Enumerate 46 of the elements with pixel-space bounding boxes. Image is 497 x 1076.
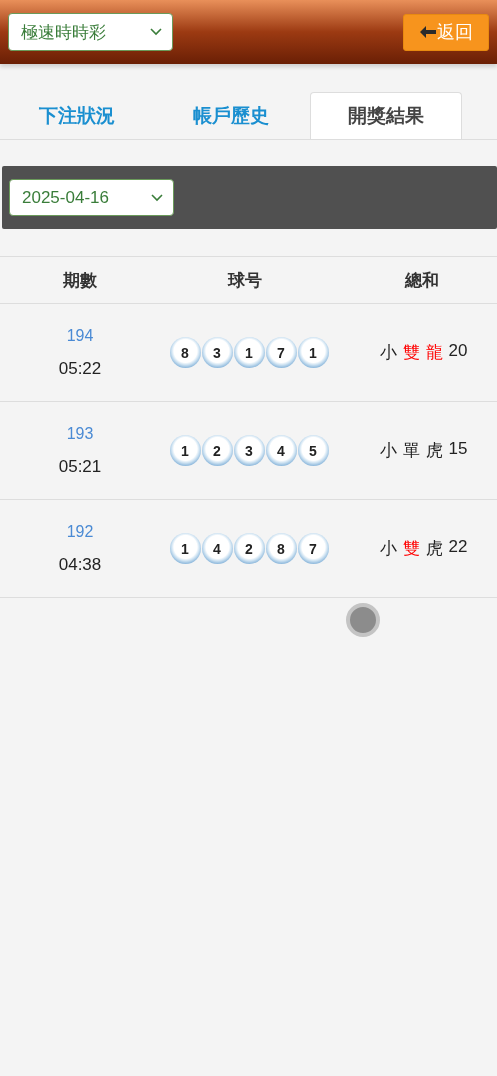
column-header: 期數 [62, 269, 98, 292]
game-select[interactable]: 極速時時彩 [8, 13, 173, 51]
lottery-ball: 4 [265, 435, 297, 466]
lottery-ball: 2 [201, 435, 233, 466]
column-header: 總和 [403, 269, 440, 292]
result-label: 小 [379, 342, 397, 364]
result-label: 單 [402, 440, 420, 462]
result-label: 虎 [425, 440, 443, 462]
lottery-ball: 1 [169, 533, 201, 564]
sum-value: 22 [448, 537, 468, 558]
lottery-ball: 1 [169, 435, 201, 466]
result-label: 龍 [425, 342, 443, 364]
lottery-ball: 1 [233, 337, 265, 368]
result-label: 雙 [402, 342, 420, 364]
lottery-ball: 2 [233, 533, 265, 564]
lottery-ball: 3 [201, 337, 233, 368]
result-label: 小 [379, 538, 397, 560]
back-button[interactable]: 返回 [403, 13, 489, 51]
sum-value: 20 [448, 341, 468, 362]
lottery-ball: 8 [169, 337, 201, 368]
lottery-ball: 3 [233, 435, 265, 466]
issue-link[interactable]: 192 [66, 522, 94, 541]
tab[interactable]: 帳戶歷史 [154, 92, 308, 139]
lottery-ball: 4 [201, 533, 233, 564]
issue-link[interactable]: 193 [66, 424, 94, 443]
lottery-ball: 5 [297, 435, 329, 466]
loading-indicator [346, 603, 380, 637]
sum-value: 15 [448, 439, 468, 460]
lottery-ball: 8 [265, 533, 297, 564]
column-header: 球号 [226, 269, 263, 292]
draw-time: 04:38 [58, 554, 102, 575]
tab[interactable]: 下注狀況 [0, 92, 154, 139]
draw-time: 05:22 [58, 358, 102, 379]
result-label: 虎 [425, 538, 443, 560]
result-label: 雙 [402, 538, 420, 560]
tab[interactable]: 開獎結果 [310, 92, 462, 139]
lottery-ball: 7 [297, 533, 329, 564]
result-label: 小 [379, 440, 397, 462]
lottery-ball: 1 [297, 337, 329, 368]
caret-icon [151, 193, 163, 202]
date-select[interactable]: 2025-04-16 [9, 179, 174, 216]
draw-time: 05:21 [58, 456, 102, 477]
caret-icon [150, 28, 162, 36]
lottery-ball: 7 [265, 337, 297, 368]
arrow-left-icon [419, 26, 436, 38]
issue-link[interactable]: 194 [66, 326, 94, 345]
